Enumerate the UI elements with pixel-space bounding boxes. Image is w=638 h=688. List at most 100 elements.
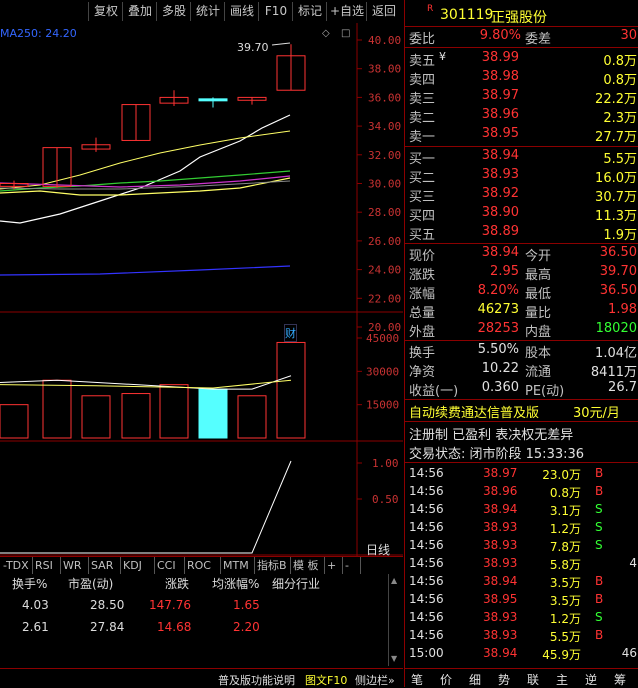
buy-level-5[interactable]: 买五 38.89 1.9万	[405, 224, 638, 243]
sidebar-toggle[interactable]: 侧边栏»	[355, 672, 395, 688]
quote-tab-7[interactable]: 筹	[614, 671, 626, 688]
col-industry[interactable]: 细分行业	[272, 575, 320, 592]
buy-level-4[interactable]: 买四 38.90 11.3万	[405, 205, 638, 224]
quote-tab-0[interactable]: 笔	[411, 671, 423, 688]
trade-row[interactable]: 14:56 38.94 3.5万 B	[405, 573, 638, 591]
help-link[interactable]: 普及版功能说明	[218, 672, 295, 688]
toolbar-button-0[interactable]: 复权	[88, 2, 123, 21]
quote-tab-3[interactable]: 势	[498, 671, 510, 688]
trade-row[interactable]: 14:56 38.97 23.0万 B	[405, 465, 638, 483]
col-turnover[interactable]: 换手%	[12, 575, 47, 592]
indicator-tab-5[interactable]: CCI	[154, 557, 185, 574]
indicator-tab-0[interactable]: -TDX	[0, 557, 33, 574]
trade-row[interactable]: 14:56 38.93 1.2万 S	[405, 609, 638, 627]
indicator-tab-7[interactable]: MTM	[220, 557, 255, 574]
register-badge: R	[427, 4, 434, 14]
toolbar-button-1[interactable]: 叠加	[122, 2, 157, 21]
volume-tick-label: 45000	[366, 332, 399, 345]
quote-tab-5[interactable]: 主	[556, 671, 568, 688]
volume-bar	[159, 384, 189, 439]
sell-level-3[interactable]: 卖三 38.97 22.2万	[405, 88, 638, 107]
expand-icon[interactable]: □	[341, 28, 350, 39]
toolbar-button-7[interactable]: +自选	[326, 2, 367, 21]
indicator-tab-4[interactable]: KDJ	[120, 557, 155, 574]
buy-level-3[interactable]: 买三 38.92 30.7万	[405, 186, 638, 205]
quote-panel: R 301119 正强股份 委比 9.80% 委差 30 自动续费通达信普及版 …	[404, 0, 638, 687]
trade-row[interactable]: 14:56 38.93 5.5万 B	[405, 627, 638, 645]
scroll-down-icon[interactable]: ▼	[391, 654, 397, 663]
table-row[interactable]: 4.03 28.50 147.76 1.65	[0, 598, 403, 620]
chart-toolbar: 复权 叠加 多股 统计 画线 F10 标记 +自选 返回	[0, 0, 403, 23]
volume-bar	[237, 395, 267, 439]
toolbar-button-6[interactable]: 标记	[292, 2, 327, 21]
quote-tabs: 笔价细势联主逆筹	[405, 668, 638, 688]
volume-bar	[276, 341, 306, 439]
ma250-line	[0, 265, 291, 276]
sell-level-4[interactable]: 卖四 38.98 0.8万	[405, 69, 638, 88]
stat-row[interactable]: 涨幅 8.20% 最低 36.50	[405, 283, 638, 302]
indicator-tick-label: 0.50	[372, 493, 399, 506]
toolbar-button-8[interactable]: 返回	[366, 2, 401, 21]
weibi-row: 委比 9.80% 委差 30	[409, 28, 637, 47]
price-tick-label: 36.00	[368, 91, 401, 104]
tags-row: 注册制 已盈利 表决权无差异	[409, 428, 574, 443]
sell-level-1[interactable]: 卖一 38.95 27.7万	[405, 126, 638, 145]
buy-level-2[interactable]: 买二 38.93 16.0万	[405, 167, 638, 186]
buy-level-1[interactable]: 买一 38.94 5.5万	[405, 148, 638, 167]
indicator-tab-3[interactable]: SAR	[88, 557, 121, 574]
stat-row[interactable]: 外盘 28253 内盘 18020	[405, 321, 638, 340]
indicator-tab-9[interactable]: 模 板	[290, 557, 325, 574]
trade-row[interactable]: 14:56 38.93 1.2万 S	[405, 519, 638, 537]
status-bar: 普及版功能说明 图文F10 侧边栏»	[0, 668, 403, 688]
price-tick-label: 24.00	[368, 264, 401, 277]
stat2-row[interactable]: 换手 5.50% 股本 1.04亿	[405, 342, 638, 361]
table-scrollbar[interactable]: ▲ ▼	[388, 574, 403, 666]
stat2-row[interactable]: 收益(一) 0.360 PE(动) 26.7	[405, 380, 638, 399]
finance-badge[interactable]: 财	[284, 324, 297, 342]
trade-row[interactable]: 14:56 38.95 3.5万 B	[405, 591, 638, 609]
toolbar-button-2[interactable]: 多股	[156, 2, 191, 21]
col-change[interactable]: 涨跌	[165, 575, 189, 592]
quote-tab-2[interactable]: 细	[469, 671, 481, 688]
promo-row[interactable]: 自动续费通达信普及版 30元/月	[405, 402, 638, 421]
stat2-row[interactable]: 净资 10.22 流通 8411万	[405, 361, 638, 380]
trade-row[interactable]: 15:00 38.94 45.9万 46	[405, 645, 638, 663]
indicator-tab-1[interactable]: RSI	[32, 557, 61, 574]
toolbar-button-4[interactable]: 画线	[224, 2, 259, 21]
stat-row[interactable]: 总量 46273 量比 1.98	[405, 302, 638, 321]
indicator-tab-6[interactable]: ROC	[184, 557, 221, 574]
trade-row[interactable]: 14:56 38.93 7.8万 S	[405, 537, 638, 555]
chart-canvas[interactable]: 40.00 38.00 36.00 34.00 32.00 30.00 28.00 26.00…	[0, 23, 403, 556]
price-tick-label: 32.00	[368, 149, 401, 162]
price-tick-label: 28.00	[368, 206, 401, 219]
quote-tab-4[interactable]: 联	[527, 671, 539, 688]
indicator-tab-10[interactable]: +	[324, 557, 343, 574]
indicator-tab-8[interactable]: 指标B	[254, 557, 291, 574]
price-tick-label: 26.00	[368, 235, 401, 248]
sell-level-2[interactable]: 卖二 38.96 2.3万	[405, 107, 638, 126]
quote-tab-6[interactable]: 逆	[585, 671, 597, 688]
f10-link[interactable]: 图文F10	[305, 672, 347, 688]
diamond-icon[interactable]: ◇	[322, 28, 330, 39]
peak-price-label: 39.70	[237, 41, 269, 54]
stock-header: R 301119 正强股份	[405, 4, 638, 26]
scroll-up-icon[interactable]: ▲	[391, 576, 397, 585]
stock-name: 正强股份	[491, 10, 547, 26]
stat-row[interactable]: 涨跌 2.95 最高 39.70	[405, 264, 638, 283]
trade-row[interactable]: 14:56 38.96 0.8万 B	[405, 483, 638, 501]
kline-chart[interactable]: 40.00 38.00 36.00 34.00 32.00 30.00 28.00 26.00…	[0, 23, 403, 583]
toolbar-button-3[interactable]: 统计	[190, 2, 225, 21]
price-tick-label: 30.00	[368, 178, 401, 191]
quote-tab-1[interactable]: 价	[440, 671, 452, 688]
indicator-tab-11[interactable]: -	[342, 557, 361, 574]
col-pe[interactable]: 市盈(动)	[68, 575, 113, 592]
indicator-tab-2[interactable]: WR	[60, 557, 89, 574]
toolbar-button-5[interactable]: F10	[258, 2, 293, 21]
trade-row[interactable]: 14:56 38.94 3.1万 S	[405, 501, 638, 519]
indicator-tick-label: 1.00	[372, 457, 399, 470]
col-avg-change[interactable]: 均涨幅%	[212, 575, 259, 592]
stat-row[interactable]: 现价 38.94 今开 36.50	[405, 245, 638, 264]
ma250-label: MA250: 24.20	[0, 27, 77, 40]
trade-row[interactable]: 14:56 38.93 5.8万 4	[405, 555, 638, 573]
table-row[interactable]: 2.61 27.84 14.68 2.20	[0, 620, 403, 642]
